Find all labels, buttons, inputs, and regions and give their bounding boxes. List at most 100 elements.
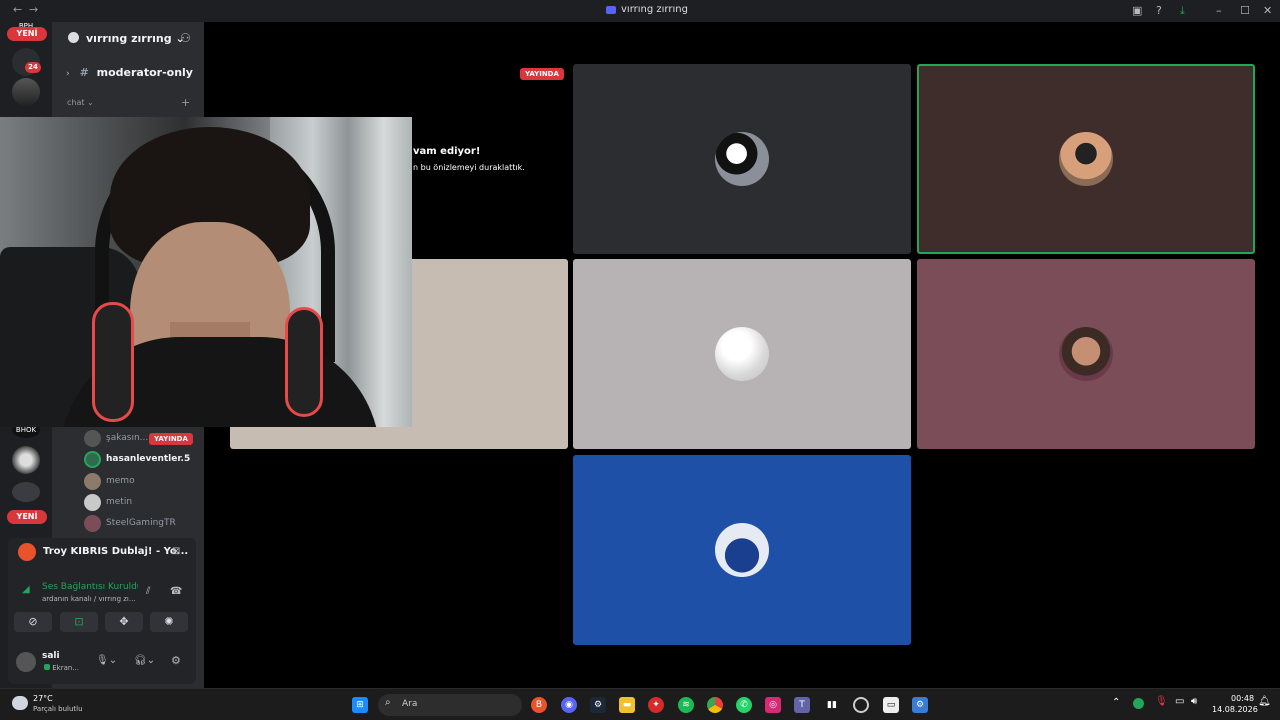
temperature[interactable]: 27°C [33,694,53,703]
voice-panel: Troy KIBRIS Dublaj! - Yo... ⊠ ◢ Ses Bağl… [8,538,196,684]
avatar [84,430,101,447]
new-badge-bottom[interactable]: YENİ [7,510,47,524]
window-title: vırrıng zırrıng [621,4,688,15]
weather-label[interactable]: Parçalı bulutlu [33,705,83,713]
voice-channel[interactable]: ardanın kanalı / vırrıng zı... [42,595,142,603]
title-bar: ← → vırrıng zırrıng ▣ ? ⤓ – ☐ ✕ [0,0,1280,22]
new-badge-top[interactable]: YENİ [7,27,47,41]
close-icon[interactable]: ✕ [1263,4,1272,17]
soundboard-button[interactable]: ✺ [150,612,188,632]
taskbar: 27°C Parçalı bulutlu ⊞ ⌕ Ara B ◉ ⚙ ▬ ✦ ≋… [0,688,1280,720]
settings-gear-icon[interactable]: ⚙ [171,654,181,667]
volume-icon[interactable]: 🔊︎ [1191,696,1197,707]
headphones-icon[interactable]: 🎧︎⌄ [134,655,155,666]
mention-count-badge: 24 [25,62,41,73]
activity-title[interactable]: Troy KIBRIS Dublaj! - Yo... [43,546,188,557]
video-tile-1[interactable] [573,64,911,254]
disconnect-icon[interactable]: ☎ [170,586,182,597]
create-channel-icon[interactable]: + [181,96,190,109]
whatsapp-icon[interactable]: ✆ [736,697,752,713]
instagram-icon[interactable]: ◎ [765,697,781,713]
headphone-right [285,307,323,417]
member-name: SteelGamingTR [106,518,176,528]
webcam-overlay [0,117,412,427]
participant-avatar [1059,327,1113,381]
network-icon[interactable]: ▭ [1175,696,1184,707]
inbox-icon[interactable]: ▣ [1132,4,1142,17]
windows-start-icon[interactable]: ⊞ [352,697,368,713]
avatar [84,451,101,468]
discord-icon[interactable]: ◉ [561,697,577,713]
video-tile-5[interactable] [917,259,1255,449]
category-chat[interactable]: chat ⌄ [67,98,94,107]
weather-cloud-icon[interactable] [12,696,28,710]
server-name[interactable]: vırrıng zırrıng ⌄ [86,32,185,45]
download-icon[interactable]: ⤓ [1180,4,1185,18]
clock-date[interactable]: 14.08.2026 [1212,705,1258,714]
settings-app-icon[interactable]: ⚙ [912,697,928,713]
server-icon-group[interactable] [12,482,40,502]
member-name: metin [106,497,133,507]
notification-bell-icon[interactable]: 🔔︎ [1258,696,1271,707]
user-status: Ekran... [44,664,79,672]
app-icon-circle[interactable] [853,697,869,713]
app-icon-white[interactable]: ▭ [883,697,899,713]
steam-icon[interactable]: ⚙ [590,697,606,713]
clock-time[interactable]: 00:48 [1231,694,1254,703]
video-tile-4[interactable] [573,259,911,449]
server-name-label: vırrıng zırrıng [86,32,172,45]
avatar [84,515,101,532]
member-name: şakasın... [106,433,149,443]
back-arrow-icon[interactable]: ← [13,3,22,16]
microphone-icon[interactable]: 🎙︎⌄ [96,655,117,666]
channel-label: moderator-only [96,66,193,79]
tray-app-icon[interactable] [1133,698,1144,709]
chrome-icon[interactable] [707,697,723,713]
chevron-up-icon[interactable]: ⌃ [1112,697,1120,708]
video-tile-2-speaking[interactable] [917,64,1255,254]
server-badge-icon [68,32,79,43]
camera-off-button[interactable]: ⊘ [14,612,52,632]
channel-moderator-only[interactable]: › # moderator-only [66,66,193,79]
voice-status[interactable]: Ses Bağlantısı Kuruldu [42,582,138,592]
screen-share-button[interactable]: ⊡ [60,612,98,632]
app-icon-red[interactable]: ✦ [648,697,664,713]
live-badge: YAYINDA [149,433,193,445]
help-icon[interactable]: ? [1156,4,1162,17]
hash-icon: # [79,66,89,79]
teams-icon[interactable]: T [794,697,810,713]
server-icon [606,6,616,14]
member-name: memo [106,476,135,486]
headphone-left [92,302,134,422]
activities-button[interactable]: ✥ [105,612,143,632]
brave-icon [18,543,36,561]
server-icon-face[interactable] [12,446,40,474]
maximize-icon[interactable]: ☐ [1240,4,1250,17]
live-badge-preview: YAYINDA [520,68,564,80]
member-name: hasanleventler.5 [106,454,191,464]
spotify-icon[interactable]: ≋ [678,697,694,713]
stop-stream-icon[interactable]: ⊠ [172,546,180,557]
participant-avatar [715,523,769,577]
file-explorer-icon[interactable]: ▬ [619,697,635,713]
forward-arrow-icon[interactable]: → [29,3,38,16]
mic-tray-icon[interactable]: 🎙︎ [1155,696,1168,707]
avatar [84,473,101,490]
search-placeholder: Ara [402,699,418,709]
noise-suppression-icon[interactable]: ⫽ [146,586,150,597]
participant-avatar [715,132,769,186]
avatar [84,494,101,511]
audio-app-icon[interactable]: ▮▮ [824,697,840,713]
brave-browser-icon[interactable]: B [531,697,547,713]
minimize-icon[interactable]: – [1216,4,1222,17]
signal-icon: ◢ [22,584,30,595]
server-icon-avatar[interactable] [12,78,40,106]
search-icon: ⌕ [385,697,391,708]
video-tile-6[interactable] [573,455,911,645]
participant-avatar [1059,132,1113,186]
chevron-right-icon: › [66,69,70,79]
invite-people-icon[interactable]: ⚇ [180,31,191,45]
search-input[interactable]: ⌕ Ara [378,694,522,716]
user-avatar[interactable] [16,652,36,672]
status-dot-icon [44,664,50,670]
